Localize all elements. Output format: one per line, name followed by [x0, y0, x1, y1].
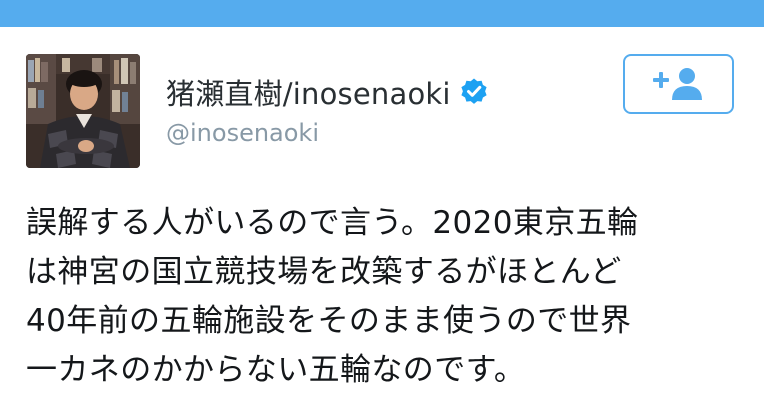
author-handle[interactable]: @inosenaoki	[166, 119, 319, 147]
top-app-bar	[0, 0, 764, 27]
tweet-card: 猪瀬直樹/inosenaoki @inosenaoki 誤解する人がいるので言う…	[0, 27, 764, 401]
author-name-row: 猪瀬直樹/inosenaoki	[166, 72, 489, 112]
tweet-text-line: 40年前の五輪施設をそのまま使うので世界	[26, 303, 632, 339]
avatar[interactable]	[26, 54, 140, 168]
avatar-photo	[26, 54, 140, 168]
tweet-text-line: は神宮の国立競技場を改築するがほとんど	[26, 254, 622, 290]
tweet-text-line: 一カネのかからない五輪なのです。	[26, 352, 526, 388]
verified-badge-icon	[461, 78, 487, 104]
author-display-name[interactable]: 猪瀬直樹/inosenaoki	[166, 71, 451, 113]
add-user-icon	[652, 68, 702, 100]
follow-button[interactable]	[623, 54, 734, 114]
tweet-text: 誤解する人がいるので言う。2020東京五輪 は神宮の国立競技場を改築するがほとん…	[26, 199, 746, 395]
tweet-text-line: 誤解する人がいるので言う。2020東京五輪	[26, 205, 639, 241]
